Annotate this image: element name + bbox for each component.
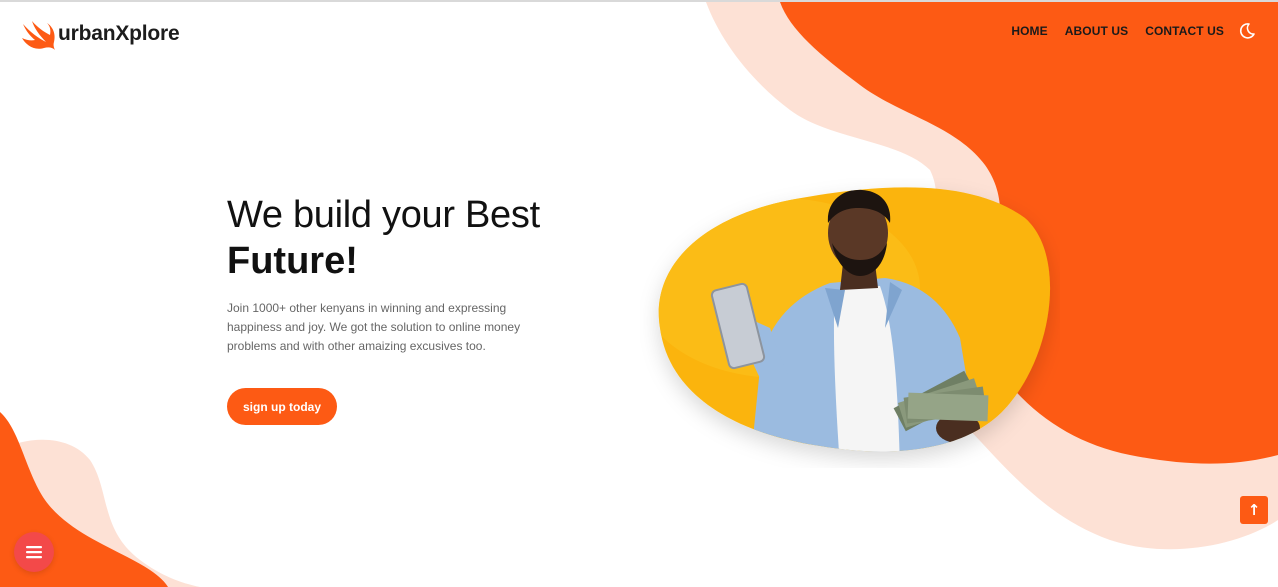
arrow-up-icon: ↑	[1247, 501, 1261, 519]
nav-about-us[interactable]: ABOUT US	[1065, 24, 1128, 38]
man-with-tablet-and-cash-photo	[658, 187, 1051, 452]
brand-name: urbanXplore	[58, 22, 180, 45]
nav-home[interactable]: HOME	[1011, 24, 1047, 38]
main-nav: HOME ABOUT US CONTACT US	[1011, 24, 1224, 38]
background-blobs	[0, 2, 1278, 587]
swift-bird-icon	[22, 21, 55, 50]
hero-title: We build your Best Future!	[227, 192, 540, 284]
moon-icon[interactable]	[1238, 22, 1256, 40]
sign-up-button[interactable]: sign up today	[227, 388, 337, 425]
hero-title-line2: Future!	[227, 240, 358, 282]
brand-logo[interactable]: urbanXplore	[20, 16, 180, 52]
nav-contact-us[interactable]: CONTACT US	[1145, 24, 1224, 38]
hero-description: Join 1000+ other kenyans in winning and …	[227, 301, 521, 353]
scroll-to-top-button[interactable]: ↑	[1240, 496, 1268, 524]
hamburger-menu-icon	[26, 546, 42, 559]
hero-title-line1: We build your Best	[227, 194, 540, 236]
menu-button[interactable]	[14, 532, 54, 572]
